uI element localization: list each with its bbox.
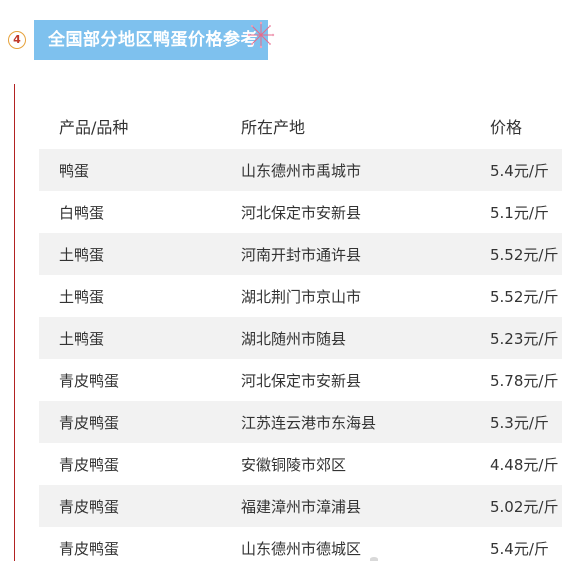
table-row: 青皮鸭蛋 河北保定市安新县 5.78元/斤 (39, 359, 562, 401)
price-cell: 4.48元/斤 (470, 443, 562, 485)
section-header: 4 全国部分地区鸭蛋价格参考 (6, 20, 276, 60)
faint-decoration (370, 557, 378, 561)
price-cell: 5.78元/斤 (470, 359, 562, 401)
section-title: 全国部分地区鸭蛋价格参考 (34, 20, 268, 60)
price-cell: 5.52元/斤 (470, 233, 562, 275)
column-header-origin: 所在产地 (241, 118, 306, 137)
price-cell: 5.3元/斤 (470, 401, 562, 443)
origin-cell: 湖北荆门市京山市 (221, 275, 470, 317)
table-row: 土鸭蛋 湖北荆门市京山市 5.52元/斤 (39, 275, 562, 317)
product-cell: 青皮鸭蛋 (39, 485, 221, 527)
origin-cell: 福建漳州市漳浦县 (221, 485, 470, 527)
price-cell: 5.1元/斤 (470, 191, 562, 233)
origin-cell: 江苏连云港市东海县 (221, 401, 470, 443)
origin-cell: 山东德州市德城区 (221, 527, 470, 569)
product-cell: 土鸭蛋 (39, 233, 221, 275)
origin-cell: 湖北随州市随县 (221, 317, 470, 359)
section-number-badge: 4 (8, 31, 26, 49)
product-cell: 土鸭蛋 (39, 317, 221, 359)
column-header-price: 价格 (490, 118, 523, 137)
origin-cell: 安徽铜陵市郊区 (221, 443, 470, 485)
product-cell: 土鸭蛋 (39, 275, 221, 317)
origin-cell: 河北保定市安新县 (221, 191, 470, 233)
table-row: 鸭蛋 山东德州市禹城市 5.4元/斤 (39, 149, 562, 191)
firework-icon (247, 21, 275, 49)
price-cell: 5.4元/斤 (470, 527, 562, 569)
table-row: 白鸭蛋 河北保定市安新县 5.1元/斤 (39, 191, 562, 233)
product-cell: 青皮鸭蛋 (39, 443, 221, 485)
product-cell: 青皮鸭蛋 (39, 527, 221, 569)
product-cell: 鸭蛋 (39, 149, 221, 191)
table-row: 土鸭蛋 湖北随州市随县 5.23元/斤 (39, 317, 562, 359)
column-header-product: 产品/品种 (59, 118, 129, 137)
origin-cell: 山东德州市禹城市 (221, 149, 470, 191)
table-row: 青皮鸭蛋 山东德州市德城区 5.4元/斤 (39, 527, 562, 569)
price-cell: 5.4元/斤 (470, 149, 562, 191)
table-row: 青皮鸭蛋 江苏连云港市东海县 5.3元/斤 (39, 401, 562, 443)
price-cell: 5.52元/斤 (470, 275, 562, 317)
table-row: 青皮鸭蛋 福建漳州市漳浦县 5.02元/斤 (39, 485, 562, 527)
product-cell: 青皮鸭蛋 (39, 359, 221, 401)
price-table: 产品/品种 所在产地 价格 鸭蛋 山东德州市禹城市 5.4元/斤 白鸭蛋 河北保… (39, 103, 562, 569)
left-divider-line (14, 84, 15, 561)
table-row: 青皮鸭蛋 安徽铜陵市郊区 4.48元/斤 (39, 443, 562, 485)
price-cell: 5.02元/斤 (470, 485, 562, 527)
origin-cell: 河南开封市通许县 (221, 233, 470, 275)
table-row: 土鸭蛋 河南开封市通许县 5.52元/斤 (39, 233, 562, 275)
table-header-row: 产品/品种 所在产地 价格 (39, 103, 562, 149)
product-cell: 白鸭蛋 (39, 191, 221, 233)
price-cell: 5.23元/斤 (470, 317, 562, 359)
product-cell: 青皮鸭蛋 (39, 401, 221, 443)
origin-cell: 河北保定市安新县 (221, 359, 470, 401)
